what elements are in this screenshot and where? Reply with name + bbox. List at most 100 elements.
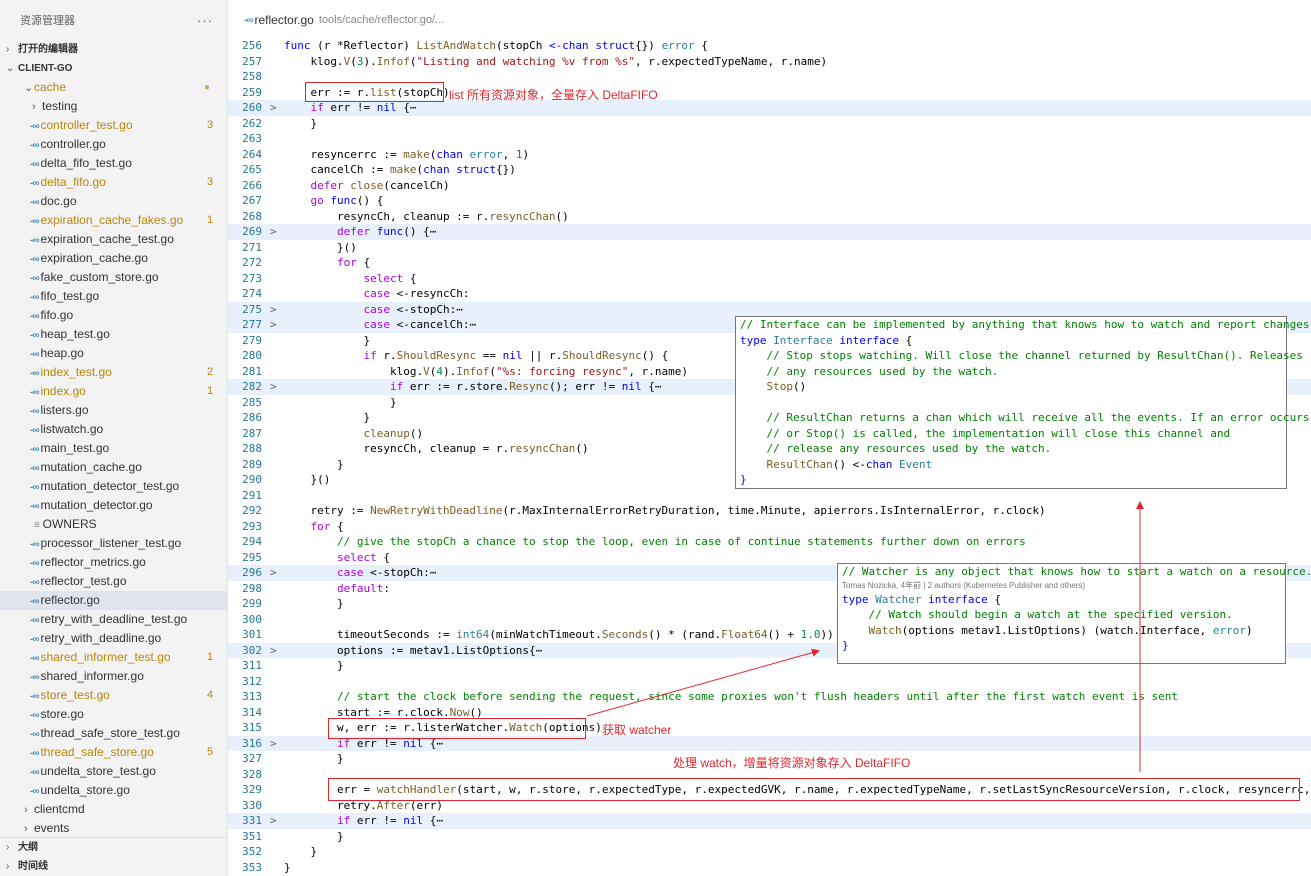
file-item[interactable]: -∞ shared_informer_test.go 1 <box>0 648 227 667</box>
go-file-icon: -∞ <box>30 178 40 189</box>
outline-section[interactable]: › 大纲 <box>0 838 227 857</box>
tab-path[interactable]: tools/cache/reflector.go/... <box>319 14 444 26</box>
file-name: doc.go <box>40 194 77 208</box>
file-item[interactable]: -∞ reflector_metrics.go <box>0 553 227 572</box>
code-line[interactable]: 262 } <box>228 116 1311 132</box>
code-line[interactable]: 266 defer close(cancelCh) <box>228 178 1311 194</box>
code-line[interactable]: 351 } <box>228 829 1311 845</box>
timeline-section[interactable]: › 时间线 <box>0 857 227 876</box>
code-line[interactable]: 292 retry := NewRetryWithDeadline(r.MaxI… <box>228 503 1311 519</box>
fold-chevron-icon[interactable]: > <box>270 100 277 116</box>
file-item[interactable]: -∞ heap_test.go <box>0 325 227 344</box>
code-line[interactable]: 267 go func() { <box>228 193 1311 209</box>
popup-line: Stop() <box>766 380 807 393</box>
file-item[interactable]: -∞ listers.go <box>0 401 227 420</box>
file-item[interactable]: -∞ delta_fifo_test.go <box>0 154 227 173</box>
line-number: 260 <box>242 101 262 114</box>
file-item[interactable]: -∞ doc.go <box>0 192 227 211</box>
file-item[interactable]: ≡ OWNERS <box>0 515 227 534</box>
folder-testing[interactable]: › testing <box>0 97 227 116</box>
problem-count-badge: 4 <box>207 689 214 701</box>
file-item[interactable]: -∞ undelta_store_test.go <box>0 762 227 781</box>
code-line[interactable]: 294 // give the stopCh a chance to stop … <box>228 534 1311 550</box>
code-line[interactable]: 272 for { <box>228 255 1311 271</box>
code-line[interactable]: 291 <box>228 488 1311 504</box>
go-file-icon: -∞ <box>30 406 40 417</box>
folder-events[interactable]: › events <box>0 819 227 838</box>
line-number: 330 <box>242 798 262 812</box>
file-item[interactable]: -∞ index.go 1 <box>0 382 227 401</box>
open-editors-section[interactable]: › 打开的编辑器 <box>0 40 227 59</box>
file-item[interactable]: -∞ fifo_test.go <box>0 287 227 306</box>
fold-chevron-icon[interactable]: > <box>270 813 277 829</box>
code-line[interactable]: 271 }() <box>228 240 1311 256</box>
line-number: 285 <box>242 395 262 409</box>
file-item[interactable]: -∞ shared_informer.go <box>0 667 227 686</box>
code-line[interactable]: 256 func (r *Reflector) ListAndWatch(stop… <box>228 38 1311 54</box>
folder-clientcmd[interactable]: › clientcmd <box>0 800 227 819</box>
code-text: } <box>284 411 371 424</box>
code-line[interactable]: 312 <box>228 674 1311 690</box>
fold-chevron-icon[interactable]: > <box>270 302 277 318</box>
code-line[interactable]: 293 for { <box>228 519 1311 535</box>
chevron-right-icon: › <box>6 842 10 853</box>
file-item[interactable]: -∞ retry_with_deadline_test.go <box>0 610 227 629</box>
code-line[interactable]: 263 <box>228 131 1311 147</box>
code-line[interactable]: 268 resyncCh, cleanup := r.resyncChan() <box>228 209 1311 225</box>
file-item[interactable]: -∞ thread_safe_store.go 5 <box>0 743 227 762</box>
fold-chevron-icon[interactable]: > <box>270 224 277 240</box>
file-name: index.go <box>40 384 86 398</box>
tab-filename[interactable]: reflector.go <box>254 13 313 27</box>
fold-chevron-icon[interactable]: > <box>270 736 277 752</box>
file-item[interactable]: -∞ main_test.go <box>0 439 227 458</box>
file-name: expiration_cache_fakes.go <box>40 213 184 227</box>
line-number: 279 <box>242 333 262 347</box>
code-line[interactable]: 269 > defer func() {⋯ <box>228 224 1311 240</box>
code-line[interactable]: 352 } <box>228 844 1311 860</box>
file-item[interactable]: -∞ reflector_test.go <box>0 572 227 591</box>
code-line[interactable]: 265 cancelCh := make(chan struct{}) <box>228 162 1311 178</box>
code-line[interactable]: 331 > if err != nil {⋯ <box>228 813 1311 829</box>
file-item[interactable]: -∞ store.go <box>0 705 227 724</box>
fold-chevron-icon[interactable]: > <box>270 379 277 395</box>
file-item[interactable]: -∞ expiration_cache_fakes.go 1 <box>0 211 227 230</box>
code-line[interactable]: 274 case <-resyncCh: <box>228 286 1311 302</box>
file-item[interactable]: -∞ listwatch.go <box>0 420 227 439</box>
file-item[interactable]: -∞ reflector.go <box>0 591 227 610</box>
code-text: } <box>284 829 344 843</box>
file-item[interactable]: -∞ fifo.go <box>0 306 227 325</box>
file-name: controller_test.go <box>40 118 133 132</box>
file-item[interactable]: -∞ fake_custom_store.go <box>0 268 227 287</box>
file-item[interactable]: -∞ store_test.go 4 <box>0 686 227 705</box>
fold-chevron-icon[interactable]: > <box>270 643 277 659</box>
file-item[interactable]: -∞ mutation_detector_test.go <box>0 477 227 496</box>
file-item[interactable]: -∞ index_test.go 2 <box>0 363 227 382</box>
file-item[interactable]: -∞ heap.go <box>0 344 227 363</box>
code-text: }() <box>284 240 357 254</box>
more-actions-icon[interactable]: ··· <box>197 13 213 28</box>
code-line[interactable]: 353} <box>228 860 1311 876</box>
file-name: shared_informer.go <box>40 669 144 683</box>
file-item[interactable]: -∞ mutation_cache.go <box>0 458 227 477</box>
file-item[interactable]: -∞ expiration_cache_test.go <box>0 230 227 249</box>
file-item[interactable]: -∞ undelta_store.go <box>0 781 227 800</box>
code-line[interactable]: 275 > case <-stopCh:⋯ <box>228 301 1311 318</box>
code-line[interactable]: 264 resyncerrc := make(chan error, 1) <box>228 147 1311 163</box>
file-item[interactable]: -∞ expiration_cache.go <box>0 249 227 268</box>
code-line[interactable]: 313 // start the clock before sending th… <box>228 689 1311 705</box>
file-item[interactable]: -∞ delta_fifo.go 3 <box>0 173 227 192</box>
folder-cache[interactable]: ⌄cache ● <box>0 78 227 97</box>
file-item[interactable]: -∞ controller_test.go 3 <box>0 116 227 135</box>
project-section[interactable]: ⌄ CLIENT-GO <box>0 59 227 78</box>
code-line[interactable]: 257 klog.V(3).Infof("Listing and watchin… <box>228 54 1311 70</box>
code-line[interactable]: 273 select { <box>228 271 1311 287</box>
code-line[interactable]: 260 > if err != nil {⋯ <box>228 100 1311 116</box>
fold-chevron-icon[interactable]: > <box>270 317 277 333</box>
file-item[interactable]: -∞ controller.go <box>0 135 227 154</box>
file-item[interactable]: -∞ retry_with_deadline.go <box>0 629 227 648</box>
file-item[interactable]: -∞ processor_listener_test.go <box>0 534 227 553</box>
line-number: 312 <box>242 674 262 688</box>
file-item[interactable]: -∞ thread_safe_store_test.go <box>0 724 227 743</box>
fold-chevron-icon[interactable]: > <box>270 565 277 581</box>
file-item[interactable]: -∞ mutation_detector.go <box>0 496 227 515</box>
